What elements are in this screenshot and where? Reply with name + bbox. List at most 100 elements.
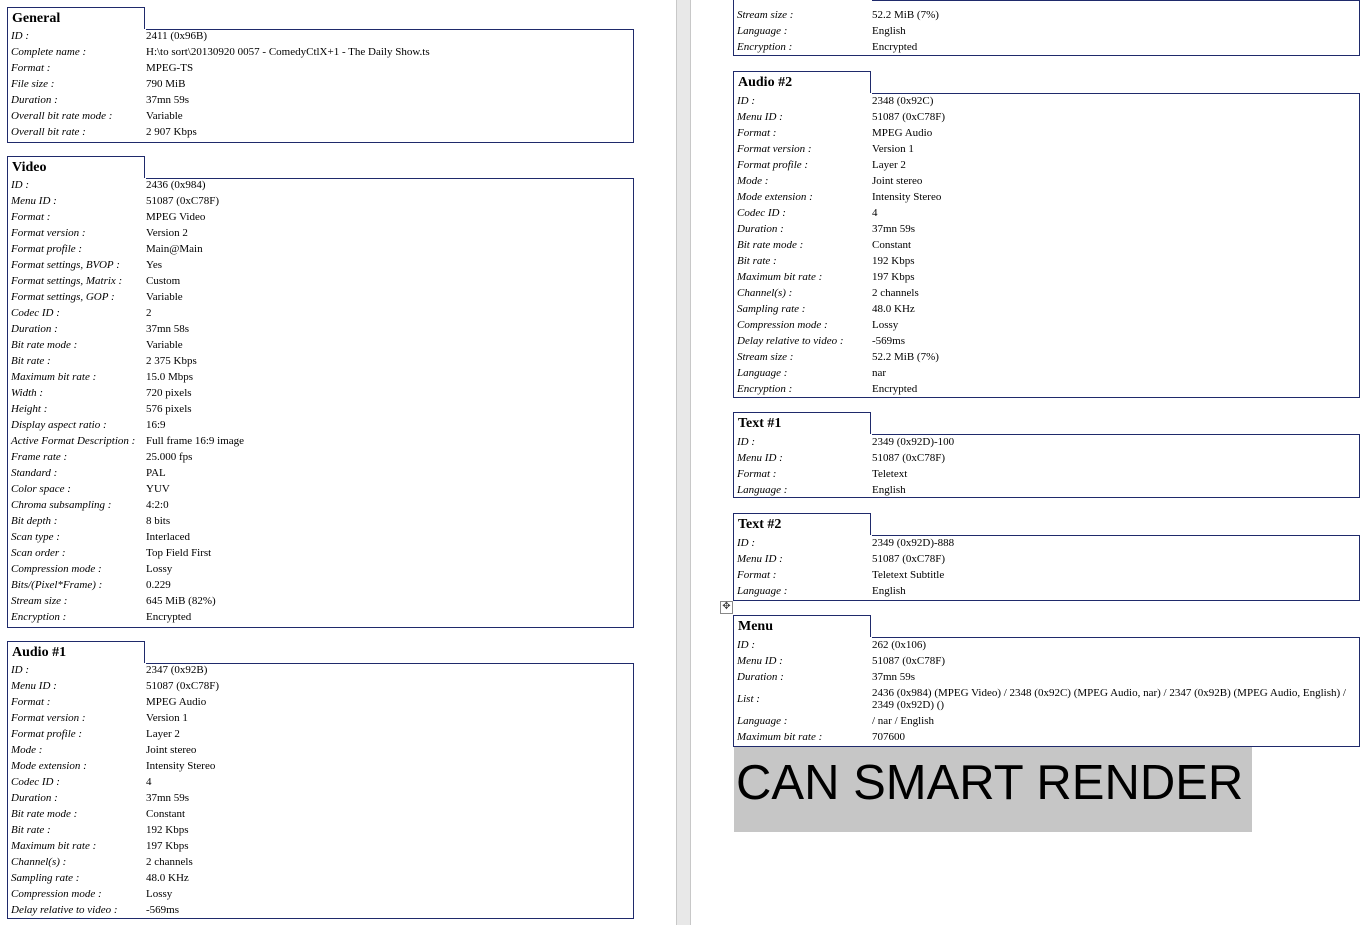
row-key: Maximum bit rate : <box>11 371 97 383</box>
row-key: ID : <box>11 30 30 42</box>
row-key: Format profile : <box>11 728 83 740</box>
row-value: Intensity Stereo <box>872 191 942 203</box>
row-value: 2411 (0x96B) <box>146 30 208 42</box>
row-value: 645 MiB (82%) <box>146 595 216 607</box>
row-value: Encrypted <box>146 611 192 623</box>
row-value: Yes <box>146 259 163 271</box>
info-row: Compression mode : Lossy <box>11 561 630 577</box>
info-row: ID : 2348 (0x92C) <box>737 93 1356 109</box>
info-row: Codec ID : 2 <box>11 305 630 321</box>
row-value: Custom <box>146 275 181 287</box>
rows: ID : 2349 (0x92D)-100 Menu ID : 51087 (0xC7… <box>737 434 1356 498</box>
section-general: General ID : 2411 (0x96B) Complete name : H… <box>7 7 634 143</box>
rows: ID : 2347 (0x92B) Menu ID : 51087 (0xC78F) F… <box>11 662 630 918</box>
row-value: -569ms <box>872 335 905 347</box>
row-value: MPEG Audio <box>146 696 207 708</box>
row-value: 51087 (0xC78F) <box>872 655 946 667</box>
row-key: Mode : <box>11 744 43 756</box>
info-row: Menu ID : 51087 (0xC78F) <box>11 678 630 694</box>
row-value: MPEG-TS <box>146 62 194 74</box>
row-key: Format profile : <box>11 243 83 255</box>
section-audio-2: Audio #2 ID : 2348 (0x92C) Menu ID : 51087 … <box>733 71 1360 398</box>
row-value: 2 channels <box>146 856 193 868</box>
section-title: Text #2 <box>733 513 871 535</box>
row-key: ID : <box>11 179 30 191</box>
row-value: 48.0 KHz <box>872 303 915 315</box>
info-row: Language : English <box>737 583 1356 599</box>
row-key: Duration : <box>737 671 784 683</box>
row-value: Encrypted <box>872 41 918 53</box>
row-key: Channel(s) : <box>11 856 67 868</box>
section-title: Video <box>7 156 145 178</box>
section-video: Video ID : 2436 (0x984) Menu ID : 51087 (0x… <box>7 156 634 628</box>
section-audio-1-continued: Stream size : 52.2 MiB (7%) Language : Engl… <box>733 0 1360 56</box>
row-key: Bit rate : <box>11 824 51 836</box>
row-key: Mode : <box>737 175 769 187</box>
row-key: Menu ID : <box>737 452 783 464</box>
row-key: Bit rate : <box>11 355 51 367</box>
info-row: ID : 2436 (0x984) <box>11 177 630 193</box>
info-row: Stream size : 52.2 MiB (7%) <box>737 349 1356 365</box>
rows: ID : 262 (0x106) Menu ID : 51087 (0xC78F) Du… <box>737 637 1356 745</box>
info-row: Encryption : Encrypted <box>737 39 1356 55</box>
info-row: Format settings, Matrix : Custom <box>11 273 630 289</box>
row-value: 51087 (0xC78F) <box>146 680 220 692</box>
row-key: Scan type : <box>11 531 60 543</box>
info-row: Duration : 37mn 59s <box>737 669 1356 685</box>
row-value: 37mn 59s <box>146 792 190 804</box>
row-value: 52.2 MiB (7%) <box>872 9 939 21</box>
row-value: 52.2 MiB (7%) <box>872 351 939 363</box>
row-value: 707600 <box>872 731 905 743</box>
info-row: Format profile : Layer 2 <box>11 726 630 742</box>
section-title: General <box>7 7 145 29</box>
row-key: Compression mode : <box>11 888 102 900</box>
info-row: Duration : 37mn 59s <box>737 221 1356 237</box>
row-value: 197 Kbps <box>872 271 915 283</box>
row-value: Version 1 <box>146 712 188 724</box>
info-row: Compression mode : Lossy <box>11 886 630 902</box>
row-key: Language : <box>737 25 788 37</box>
row-value: Version 2 <box>146 227 188 239</box>
row-key: Format settings, BVOP : <box>11 259 120 271</box>
row-key: Mode extension : <box>11 760 87 772</box>
row-value: English <box>872 484 906 496</box>
row-key: Encryption : <box>737 41 793 53</box>
row-key: Scan order : <box>11 547 66 559</box>
info-row: Standard : PAL <box>11 465 630 481</box>
info-row: Format version : Version 2 <box>11 225 630 241</box>
row-value: Version 1 <box>872 143 914 155</box>
row-value: H:\to sort\20130920 0057 - ComedyCtlX+1 … <box>146 46 430 58</box>
row-value: Teletext <box>872 468 908 480</box>
section-title: Text #1 <box>733 412 871 434</box>
rows: ID : 2348 (0x92C) Menu ID : 51087 (0xC78F) F… <box>737 93 1356 397</box>
row-value: 4 <box>146 776 152 788</box>
row-key: Format version : <box>11 227 86 239</box>
row-key: Chroma subsampling : <box>11 499 112 511</box>
info-row: Color space : YUV <box>11 481 630 497</box>
row-key: ID : <box>11 664 30 676</box>
row-key: Language : <box>737 367 788 379</box>
row-key: Display aspect ratio : <box>11 419 107 431</box>
info-row: Menu ID : 51087 (0xC78F) <box>737 109 1356 125</box>
row-value: 262 (0x106) <box>872 639 927 651</box>
info-row: Channel(s) : 2 channels <box>737 285 1356 301</box>
row-value: 2349 (0x92D)-100 <box>872 436 955 448</box>
info-row: Format : MPEG-TS <box>11 60 630 76</box>
row-key: Standard : <box>11 467 58 479</box>
section-title: Menu <box>733 615 871 637</box>
row-value: Constant <box>146 808 186 820</box>
info-row: Sampling rate : 48.0 KHz <box>737 301 1356 317</box>
row-key: Stream size : <box>737 9 794 21</box>
info-row: Maximum bit rate : 197 Kbps <box>11 838 630 854</box>
info-row: Maximum bit rate : 197 Kbps <box>737 269 1356 285</box>
table-move-handle-icon[interactable]: ✥ <box>720 601 733 614</box>
info-row: Format : MPEG Audio <box>11 694 630 710</box>
info-row: ID : 2411 (0x96B) <box>11 28 630 44</box>
row-key: Compression mode : <box>737 319 828 331</box>
row-value: / nar / English <box>872 715 935 727</box>
row-key: Mode extension : <box>737 191 813 203</box>
row-key: Maximum bit rate : <box>11 840 97 852</box>
row-value: 192 Kbps <box>872 255 915 267</box>
info-row: Codec ID : 4 <box>11 774 630 790</box>
row-key: Delay relative to video : <box>737 335 844 347</box>
